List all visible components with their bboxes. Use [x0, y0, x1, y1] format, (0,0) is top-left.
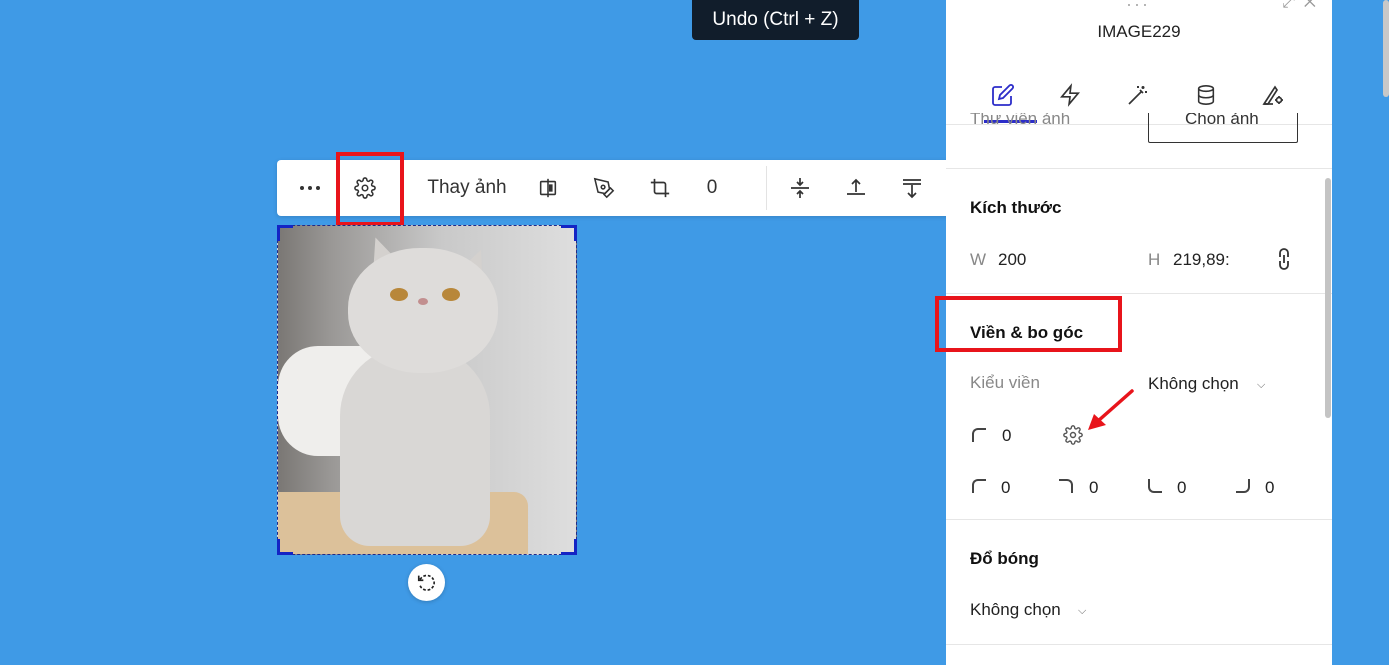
lock-ratio-icon[interactable] — [1276, 247, 1292, 276]
expand-close-icons[interactable]: ⤢ ✕ — [1282, 0, 1316, 12]
toolbar-divider — [766, 166, 767, 210]
radius-bottom-right-icon — [1236, 479, 1250, 493]
chevron-down-icon: ⌵ — [1257, 379, 1266, 391]
resize-handle-top-left[interactable] — [277, 225, 293, 241]
annotation-arrow — [1088, 389, 1134, 430]
highlight-box-settings — [336, 152, 404, 226]
drag-handle-icon[interactable]: ··· — [1126, 0, 1150, 15]
rotate-handle[interactable] — [408, 564, 445, 601]
radius-top-right-icon — [1059, 479, 1073, 493]
radius-top-right-input[interactable]: 0 — [1089, 478, 1098, 498]
size-section-title: Kích thước — [970, 198, 1062, 217]
width-input[interactable]: 200 — [998, 250, 1026, 270]
section-divider — [946, 168, 1332, 169]
resize-handle-bottom-left[interactable] — [277, 539, 293, 555]
height-label: H — [1148, 250, 1161, 269]
section-divider — [946, 644, 1332, 645]
shadow-section-title: Đổ bóng — [970, 549, 1039, 568]
undo-tooltip: Undo (Ctrl + Z) — [692, 0, 859, 40]
more-horizontal-icon[interactable] — [293, 160, 327, 216]
rotation-value[interactable]: 0 — [697, 160, 727, 216]
canvas-edge — [1332, 0, 1389, 665]
radius-all-input[interactable]: 0 — [1002, 426, 1011, 446]
crop-icon[interactable] — [645, 160, 675, 216]
section-divider — [946, 293, 1332, 294]
radius-top-left-input[interactable]: 0 — [1001, 478, 1010, 498]
choose-image-button[interactable]: Chọn ảnh — [1148, 113, 1298, 143]
width-label: W — [970, 250, 987, 269]
shadow-select[interactable]: Không chọn — [970, 600, 1061, 620]
panel-title: IMAGE229 — [1097, 22, 1181, 41]
page-scrollbar[interactable] — [1383, 0, 1389, 97]
height-input[interactable]: 219,89: — [1173, 250, 1233, 270]
resize-handle-top-right[interactable] — [561, 225, 577, 241]
radius-bottom-right-input[interactable]: 0 — [1265, 478, 1274, 498]
align-top-icon[interactable] — [841, 160, 871, 216]
radius-bottom-left-input[interactable]: 0 — [1177, 478, 1186, 498]
cat-image[interactable] — [277, 225, 577, 555]
resize-handle-bottom-right[interactable] — [561, 539, 577, 555]
border-style-select[interactable]: Không chọn — [1148, 374, 1239, 394]
border-style-label: Kiểu viền — [970, 373, 1040, 392]
chevron-down-icon: ⌵ — [1078, 605, 1087, 617]
radius-bottom-left-icon — [1148, 479, 1162, 493]
replace-image-button[interactable]: Thay ảnh — [417, 160, 517, 216]
highlight-box-border-section — [935, 296, 1122, 352]
choose-image-label: Chọn ảnh — [1185, 113, 1259, 125]
image-library-label: Thư viện ảnh — [970, 113, 1071, 125]
flip-icon[interactable] — [533, 160, 563, 216]
panel-scrollbar[interactable] — [1325, 178, 1331, 418]
pen-icon[interactable] — [589, 160, 619, 216]
align-vertical-center-icon[interactable] — [785, 160, 815, 216]
align-bottom-icon[interactable] — [897, 160, 927, 216]
radius-top-left-icon — [972, 479, 986, 493]
radius-all-icon — [972, 428, 986, 442]
gear-icon[interactable] — [1063, 425, 1083, 450]
section-divider — [946, 519, 1332, 520]
